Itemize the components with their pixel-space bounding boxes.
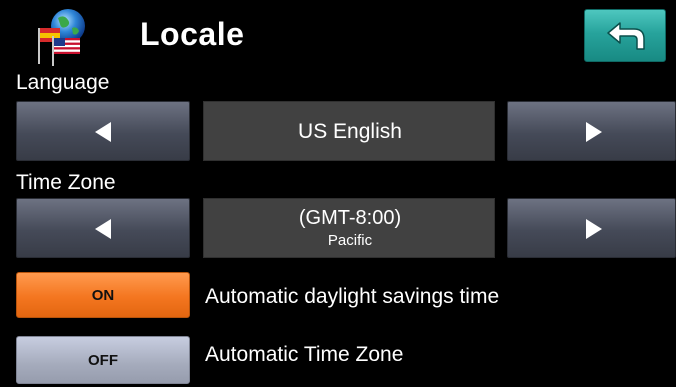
arrow-left-icon <box>95 122 111 142</box>
arrow-left-icon <box>95 219 111 239</box>
time-zone-offset: (GMT-8:00) <box>298 207 402 229</box>
auto-time-zone-label: Automatic Time Zone <box>205 343 404 366</box>
page-title: Locale <box>140 16 245 52</box>
time-zone-value-display: (GMT-8:00) Pacific <box>203 198 495 258</box>
time-zone-name: Pacific <box>327 232 373 249</box>
language-value: US English <box>298 120 402 143</box>
time-zone-prev-button[interactable] <box>16 198 190 258</box>
arrow-right-icon <box>586 219 602 239</box>
language-value-display: US English <box>203 101 495 161</box>
globe-flags-icon <box>30 8 94 66</box>
daylight-savings-toggle[interactable]: ON <box>16 272 190 318</box>
back-button[interactable] <box>584 9 666 62</box>
header-bar <box>0 0 676 70</box>
time-zone-next-button[interactable] <box>507 198 676 258</box>
language-label: Language <box>16 71 110 94</box>
arrow-right-icon <box>586 122 602 142</box>
language-next-button[interactable] <box>507 101 676 161</box>
daylight-savings-label: Automatic daylight savings time <box>205 285 500 308</box>
auto-time-zone-toggle[interactable]: OFF <box>16 336 190 384</box>
back-arrow-icon <box>607 22 645 50</box>
language-prev-button[interactable] <box>16 101 190 161</box>
time-zone-label: Time Zone <box>16 171 116 194</box>
